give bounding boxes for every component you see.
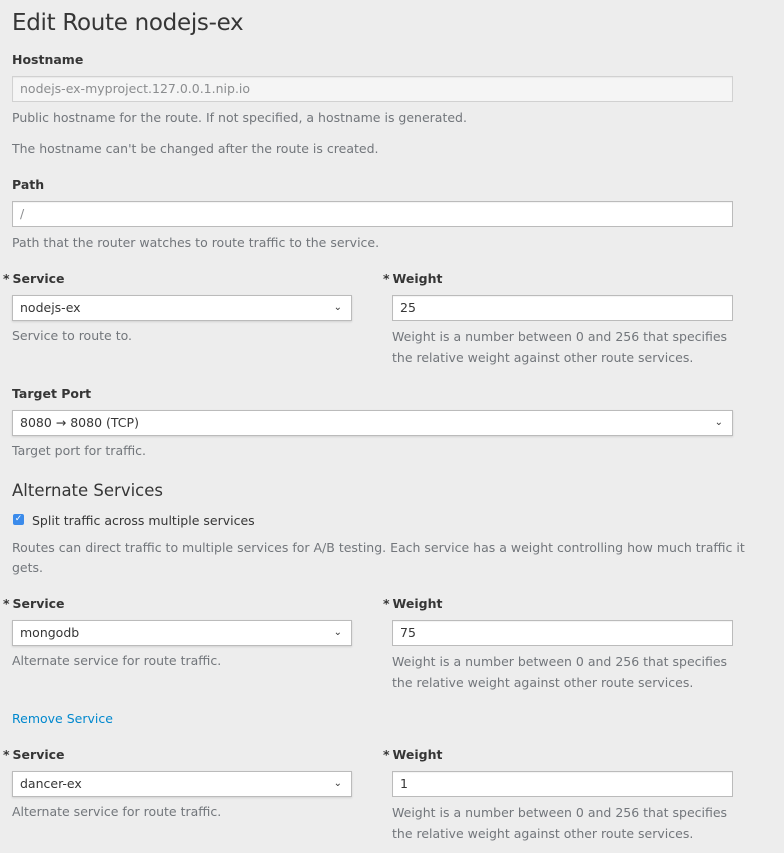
alt-weight-label: * Weight (383, 747, 442, 762)
page-title: Edit Route nodejs-ex (12, 10, 244, 36)
service-select[interactable]: nodejs-ex ⌄ (12, 295, 352, 321)
chevron-down-icon: ⌄ (333, 627, 342, 638)
alt-weight-help-2: the relative weight against other route … (392, 826, 694, 841)
alt-service-label: * Service (3, 596, 65, 611)
alternate-desc: Routes can direct traffic to multiple se… (12, 540, 745, 555)
target-port-value: 8080 → 8080 (TCP) (20, 415, 139, 430)
alt-service-select[interactable]: mongodb ⌄ (12, 620, 352, 646)
service-label: * Service (3, 271, 65, 286)
alt-service-label: * Service (3, 747, 65, 762)
hostname-help-2: The hostname can't be changed after the … (12, 141, 379, 156)
weight-input[interactable]: 25 (392, 295, 733, 321)
alt-service-label-text: Service (12, 747, 65, 762)
target-port-label: Target Port (12, 386, 92, 401)
weight-label: * Weight (383, 271, 442, 286)
service-label-text: Service (12, 271, 65, 286)
required-marker: * (383, 271, 390, 286)
chevron-down-icon: ⌄ (333, 302, 342, 313)
weight-help-2: the relative weight against other route … (392, 350, 694, 365)
required-marker: * (3, 747, 10, 762)
split-traffic-label[interactable]: Split traffic across multiple services (32, 513, 255, 528)
remove-service-link[interactable]: Remove Service (12, 711, 113, 726)
weight-help: Weight is a number between 0 and 256 tha… (392, 329, 728, 344)
alt-service-value: dancer-ex (20, 776, 82, 791)
alt-weight-input[interactable]: 1 (392, 771, 733, 797)
hostname-label: Hostname (12, 52, 84, 67)
required-marker: * (3, 596, 10, 611)
path-label: Path (12, 177, 45, 192)
path-help: Path that the router watches to route tr… (12, 235, 380, 250)
check-icon: ✓ (14, 514, 23, 524)
chevron-down-icon: ⌄ (714, 417, 723, 428)
target-port-help: Target port for traffic. (12, 443, 147, 458)
alt-weight-help: Weight is a number between 0 and 256 tha… (392, 805, 728, 820)
alt-weight-input[interactable]: 75 (392, 620, 733, 646)
alternate-services-heading: Alternate Services (12, 481, 163, 500)
path-input[interactable]: / (12, 201, 733, 227)
service-help: Service to route to. (12, 328, 132, 343)
alt-service-label-text: Service (12, 596, 65, 611)
alt-service-select[interactable]: dancer-ex ⌄ (12, 771, 352, 797)
alt-weight-help: Weight is a number between 0 and 256 tha… (392, 654, 728, 669)
required-marker: * (3, 271, 10, 286)
required-marker: * (383, 747, 390, 762)
chevron-down-icon: ⌄ (333, 778, 342, 789)
hostname-input[interactable]: nodejs-ex-myproject.127.0.0.1.nip.io (12, 76, 733, 102)
alt-weight-help-2: the relative weight against other route … (392, 675, 694, 690)
alternate-desc-2: gets. (12, 560, 44, 575)
split-traffic-checkbox[interactable]: ✓ (13, 514, 24, 525)
alt-weight-label-text: Weight (392, 596, 443, 611)
required-marker: * (383, 596, 390, 611)
alt-service-value: mongodb (20, 625, 80, 640)
service-value: nodejs-ex (20, 300, 81, 315)
weight-label-text: Weight (392, 271, 443, 286)
alt-service-help: Alternate service for route traffic. (12, 653, 222, 668)
hostname-help: Public hostname for the route. If not sp… (12, 110, 467, 125)
alt-weight-label: * Weight (383, 596, 442, 611)
alt-weight-label-text: Weight (392, 747, 443, 762)
target-port-select[interactable]: 8080 → 8080 (TCP) ⌄ (12, 410, 733, 436)
alt-service-help: Alternate service for route traffic. (12, 804, 222, 819)
